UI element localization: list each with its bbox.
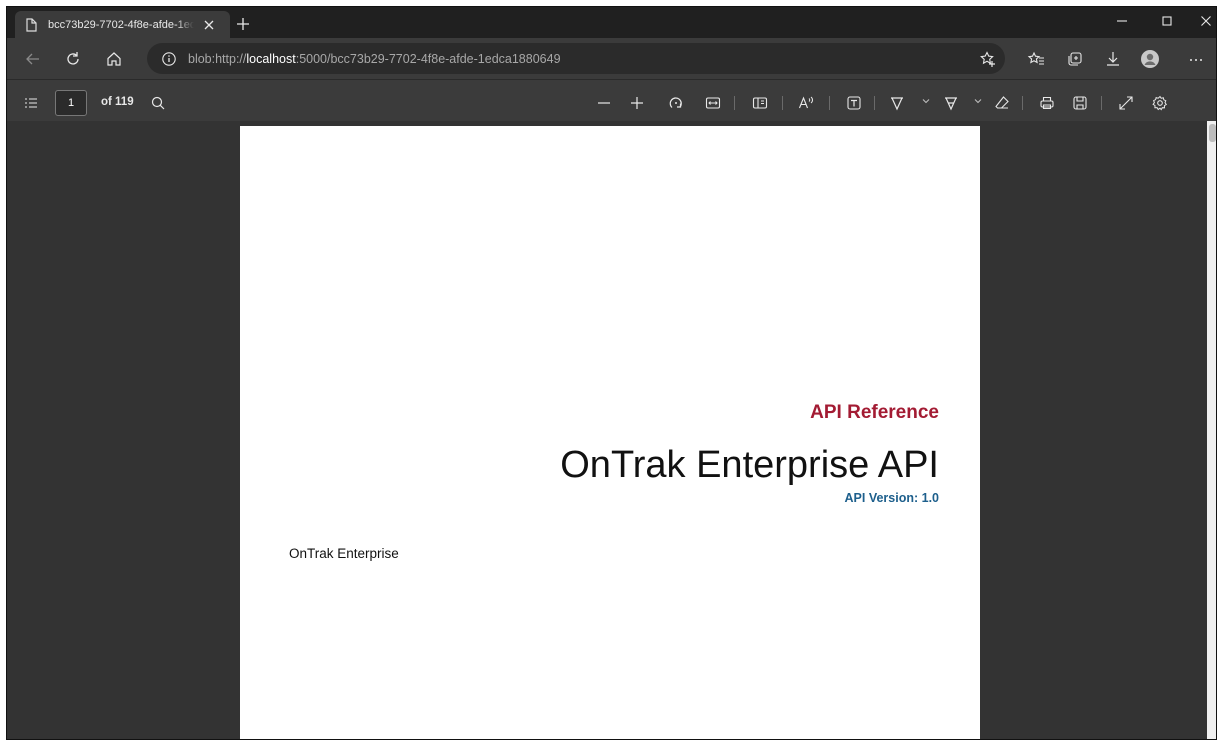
toolbar-divider: [1022, 96, 1023, 110]
read-aloud-icon[interactable]: [796, 93, 816, 113]
navigation-bar: blob:http://localhost:5000/bcc73b29-7702…: [7, 38, 1216, 79]
tab-title: bcc73b29-7702-4f8e-afde-1edca1880649: [48, 18, 194, 31]
downloads-icon[interactable]: [1102, 48, 1124, 70]
url-host: localhost: [246, 51, 296, 66]
new-tab-icon[interactable]: [234, 15, 252, 33]
document-kind: API Reference: [810, 402, 939, 423]
scrollbar-thumb[interactable]: [1209, 124, 1216, 142]
contents-icon[interactable]: [21, 93, 41, 113]
page-view-icon[interactable]: [750, 93, 770, 113]
document-title: OnTrak Enterprise API: [560, 444, 939, 486]
fullscreen-icon[interactable]: [1116, 93, 1136, 113]
toolbar-divider: [782, 96, 783, 110]
document-organization: OnTrak Enterprise: [289, 546, 399, 561]
vertical-scrollbar[interactable]: [1207, 121, 1216, 739]
favorites-icon[interactable]: [1025, 48, 1047, 70]
chevron-down-icon[interactable]: [973, 96, 983, 106]
search-icon[interactable]: [148, 93, 168, 113]
collections-icon[interactable]: [1064, 48, 1086, 70]
toolbar-divider: [1101, 96, 1102, 110]
refresh-icon[interactable]: [62, 48, 84, 70]
more-icon[interactable]: [1185, 48, 1207, 70]
zoom-in-icon[interactable]: [627, 93, 647, 113]
minimize-icon[interactable]: [1110, 11, 1134, 31]
text-icon[interactable]: [844, 93, 864, 113]
print-icon[interactable]: [1037, 93, 1057, 113]
draw-icon[interactable]: [887, 93, 907, 113]
close-icon[interactable]: [202, 18, 216, 32]
fit-width-icon[interactable]: [703, 93, 723, 113]
toolbar-divider: [829, 96, 830, 110]
pdf-viewer[interactable]: API Reference OnTrak Enterprise API API …: [7, 121, 1207, 739]
save-icon[interactable]: [1070, 93, 1090, 113]
back-icon[interactable]: [22, 48, 44, 70]
page-number-input[interactable]: 1: [55, 90, 87, 116]
home-icon[interactable]: [103, 48, 125, 70]
toolbar-divider: [734, 96, 735, 110]
pdf-page: API Reference OnTrak Enterprise API API …: [240, 126, 980, 739]
settings-icon[interactable]: [1150, 93, 1170, 113]
address-bar[interactable]: blob:http://localhost:5000/bcc73b29-7702…: [147, 43, 1005, 74]
window-close-icon[interactable]: [1194, 11, 1216, 31]
rotate-icon[interactable]: [666, 93, 686, 113]
browser-window: bcc73b29-7702-4f8e-afde-1edca1880649: [6, 6, 1217, 740]
pdf-toolbar: 1 of 119: [7, 79, 1216, 121]
highlight-icon[interactable]: [941, 93, 961, 113]
profile-icon[interactable]: [1139, 48, 1161, 70]
maximize-icon[interactable]: [1155, 11, 1179, 31]
tab-pdf[interactable]: bcc73b29-7702-4f8e-afde-1edca1880649: [15, 11, 230, 38]
document-icon: [23, 17, 39, 33]
tab-strip: bcc73b29-7702-4f8e-afde-1edca1880649: [7, 7, 1216, 38]
zoom-out-icon[interactable]: [594, 93, 614, 113]
page-count: of 119: [101, 96, 134, 108]
document-version: API Version: 1.0: [844, 491, 939, 505]
url-scheme: blob:http://: [188, 51, 247, 66]
favorite-add-icon[interactable]: [979, 50, 997, 68]
erase-icon[interactable]: [992, 93, 1012, 113]
url-path: :5000/bcc73b29-7702-4f8e-afde-1edca18806…: [295, 51, 561, 66]
chevron-down-icon[interactable]: [921, 96, 931, 106]
toolbar-divider: [874, 96, 875, 110]
info-icon[interactable]: [161, 51, 177, 67]
